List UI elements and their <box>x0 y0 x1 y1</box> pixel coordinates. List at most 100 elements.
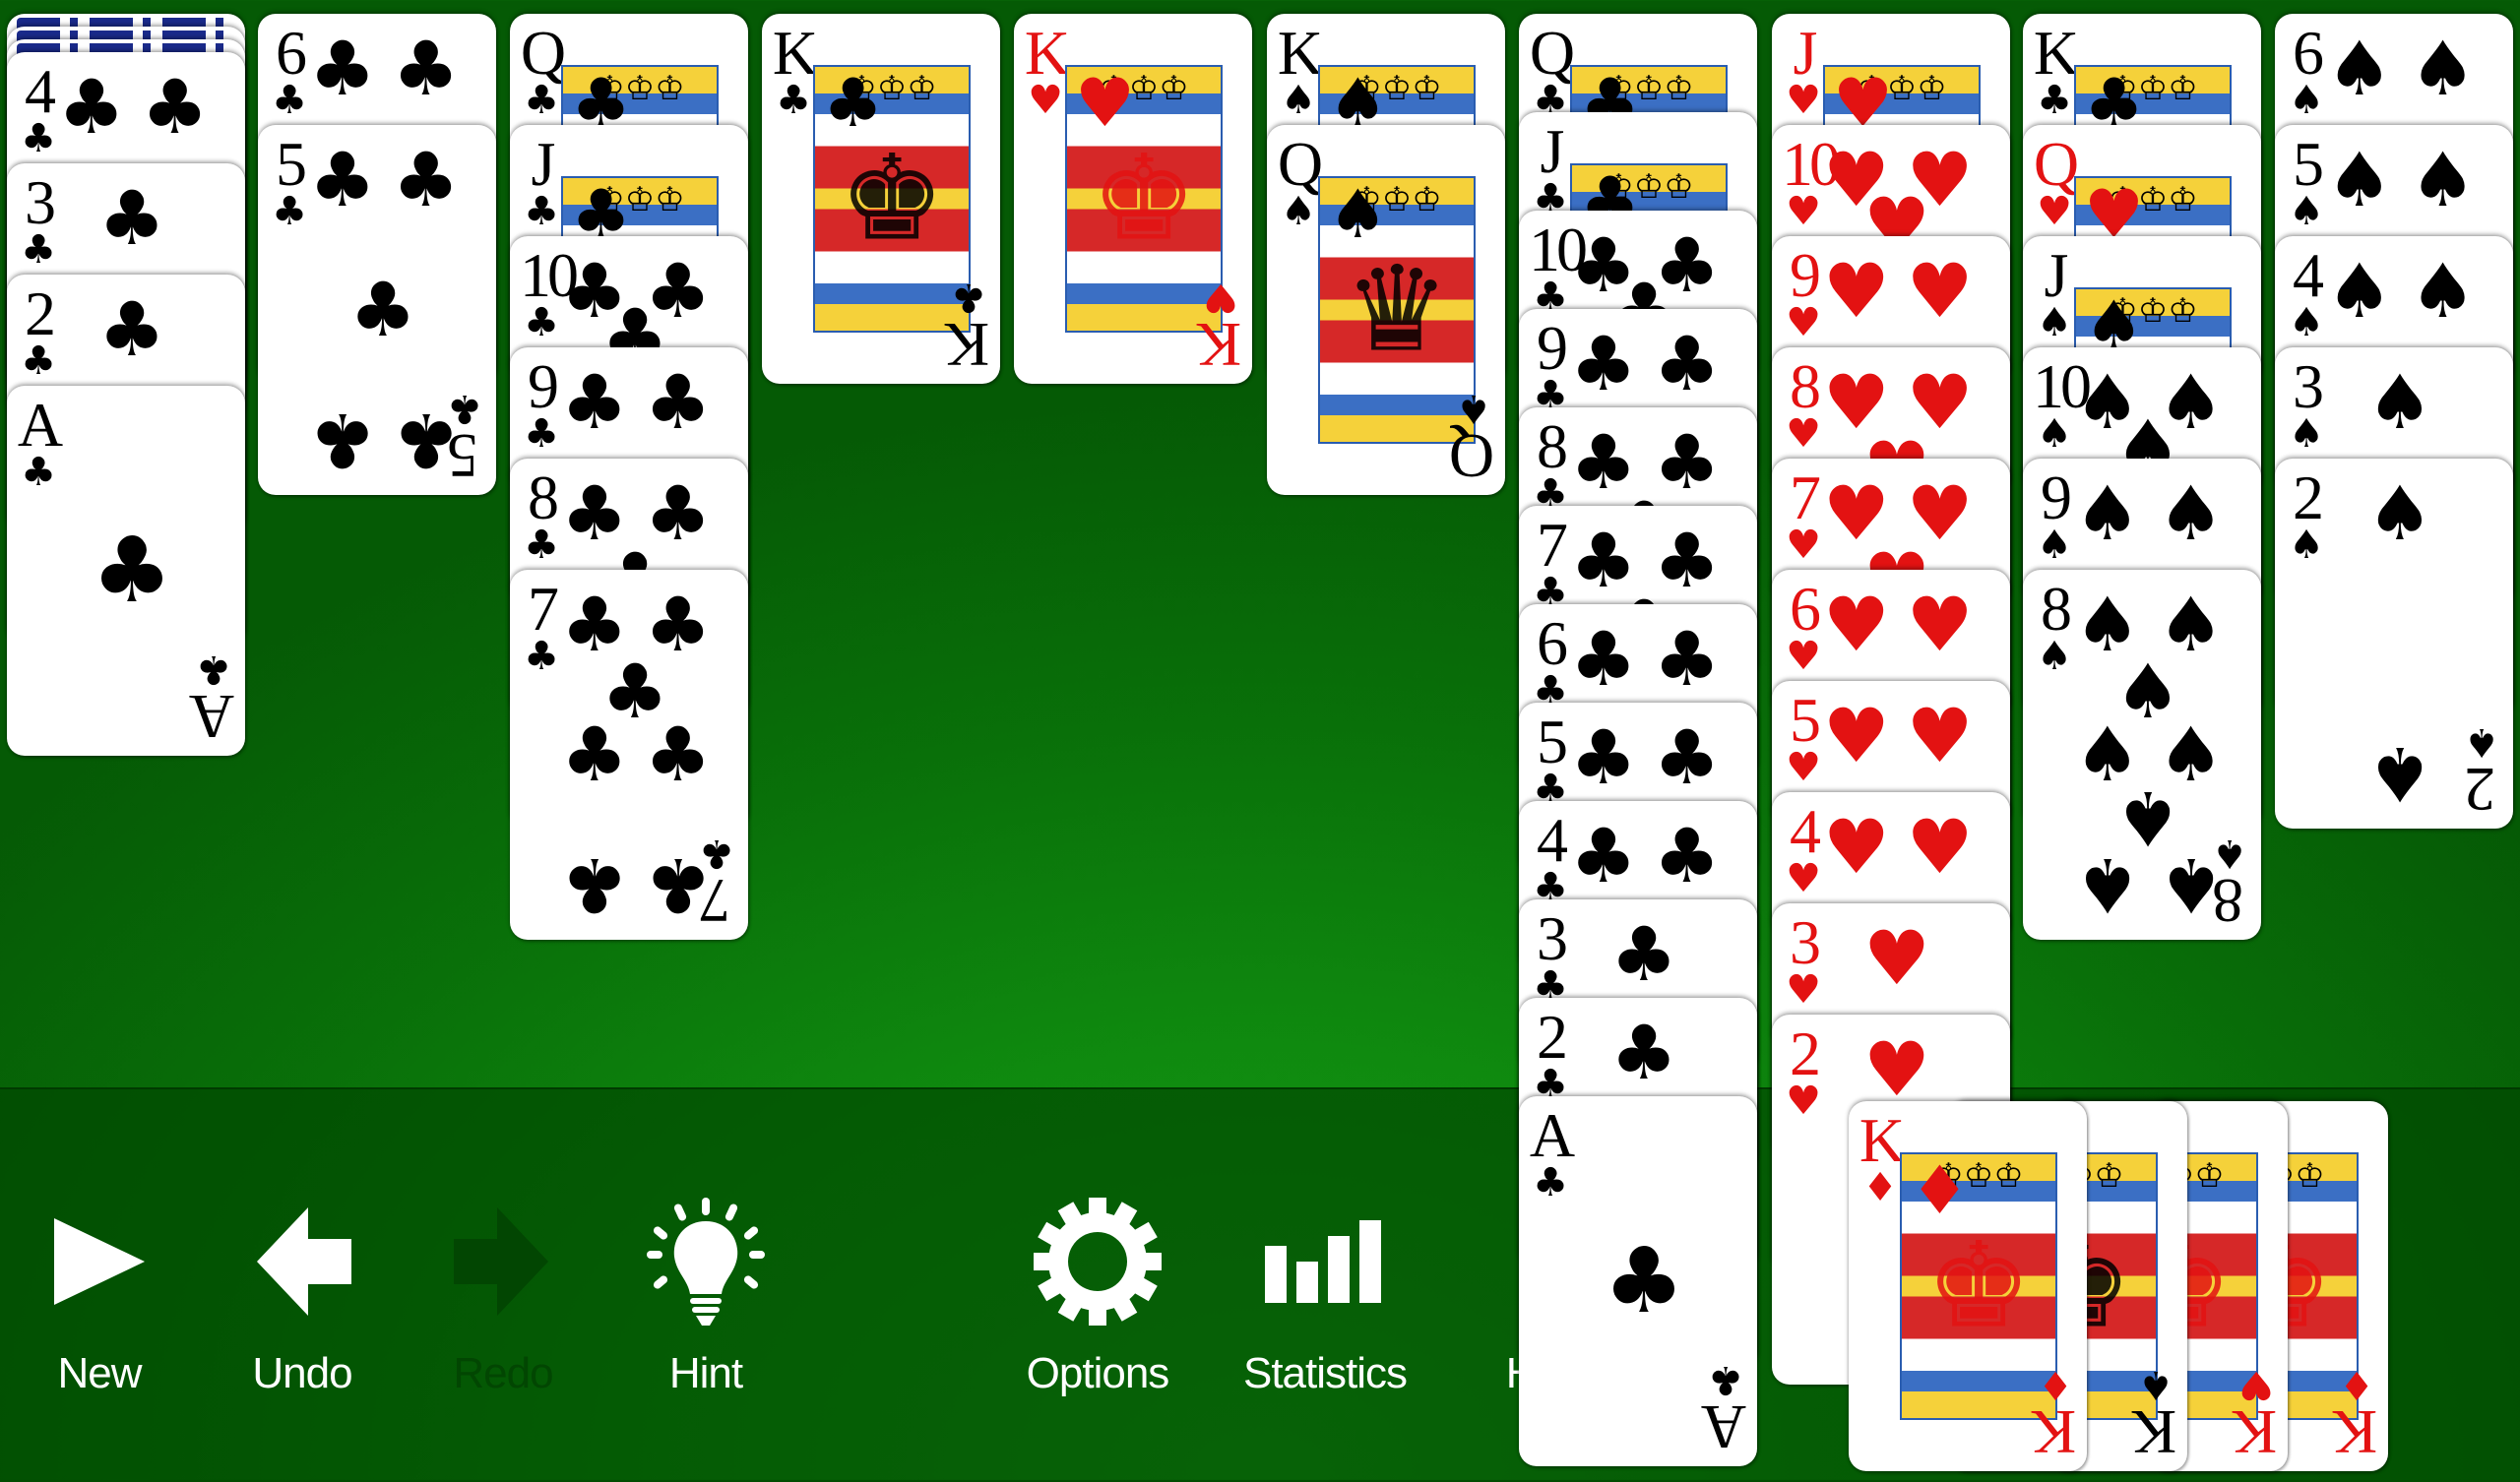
spades-icon: ♠ <box>1328 176 1388 254</box>
clubs-icon: ♣ <box>699 831 734 876</box>
card-corner-index-bottom: K♣ <box>947 275 990 380</box>
card-corner-index: K♥ <box>1024 18 1070 121</box>
completed-sequence-K-of-diamonds[interactable]: K♦♔♔♔♚♦K♦ <box>1849 1101 2087 1471</box>
card-corner-index: 8 ♥ <box>1782 351 1825 455</box>
card-corner-index: A ♣ <box>1529 1104 1575 1204</box>
card-A-of-clubs[interactable]: A ♣ ♣ A ♣ <box>7 386 245 756</box>
spades-pip-icon: ♠ <box>2365 729 2434 818</box>
card-rank: K <box>2235 1397 2278 1467</box>
statistics-button[interactable]: Statistics <box>1227 1198 1423 1434</box>
card-rank: 10 <box>1782 129 1841 199</box>
hearts-icon: ♥ <box>1786 189 1821 234</box>
card-rank: Q <box>2033 129 2079 199</box>
clubs-icon: ♣ <box>272 189 307 234</box>
undo-button[interactable]: Undo <box>204 1198 401 1434</box>
spades-pip-icon: ♠ <box>2365 469 2434 558</box>
hearts-icon: ♥ <box>1786 745 1821 790</box>
card-rank: 7 <box>1537 510 1568 580</box>
card-corner-index-bottom: A ♣ <box>192 647 235 752</box>
spades-icon: ♠ <box>2289 523 2324 568</box>
card-corner-index: 5 ♥ <box>1782 685 1825 790</box>
clubs-pip-icon: ♣ <box>308 136 376 224</box>
options-button[interactable]: Options <box>999 1198 1196 1434</box>
card-rank: 4 <box>25 56 56 126</box>
hearts-pip-icon: ♥ <box>1906 692 1974 780</box>
card-corner-index: J ♣ <box>1529 116 1572 219</box>
card-corner-index: 5 ♣ <box>268 129 311 234</box>
card-rank: 8 <box>2041 574 2072 644</box>
card-rank: 6 <box>2293 18 2324 88</box>
hearts-icon: ♥ <box>1786 967 1821 1013</box>
card-rank: K <box>1024 18 1070 88</box>
clubs-pip-icon: ♣ <box>1569 615 1637 704</box>
clubs-pip-icon: ♣ <box>644 358 712 447</box>
card-rank: Q <box>1277 129 1323 199</box>
statistics-label: Statistics <box>1242 1349 1408 1397</box>
card-rank: J <box>2044 240 2069 310</box>
spades-icon: ♠ <box>2289 411 2324 457</box>
clubs-icon: ♣ <box>776 78 811 123</box>
card-rank: 4 <box>1537 805 1568 875</box>
card-Q-of-spades[interactable]: Q ♠ ♔♔♔ ♛ ♠ Q ♠ <box>1267 125 1505 495</box>
new-game-button[interactable]: New <box>1 1198 198 1434</box>
card-rank: 10 <box>520 240 579 310</box>
card-corner-index: 3 ♣ <box>17 171 60 271</box>
card-A-of-clubs[interactable]: A ♣ ♣ A ♣ <box>1519 1096 1757 1466</box>
gear-icon <box>999 1198 1196 1326</box>
queen-figure-icon: ♛ <box>1344 241 1450 379</box>
hearts-pip-icon: ♥ <box>1906 581 1974 669</box>
clubs-icon: ♣ <box>524 634 559 679</box>
king-figure-icon: ♚ <box>1091 130 1197 268</box>
card-rank: 5 <box>276 129 307 199</box>
hint-button[interactable]: Hint <box>607 1198 804 1434</box>
card-K-of-clubs[interactable]: K♣♔♔♔♚♣K♣ <box>762 14 1000 384</box>
card-5-of-clubs[interactable]: 5♣♣♣♣♣♣5♣ <box>258 125 496 495</box>
card-rank: 2 <box>25 278 56 348</box>
card-corner-index: K♠ <box>1277 22 1323 123</box>
spades-icon: ♠ <box>1281 78 1316 123</box>
card-rank: 3 <box>1537 903 1568 973</box>
hearts-pip-icon: ♥ <box>1906 247 1974 336</box>
clubs-icon: ♣ <box>524 411 559 457</box>
arrow-right-icon <box>405 1198 601 1326</box>
card-corner-index-bottom: 8 ♠ <box>2208 831 2251 936</box>
hearts-icon: ♥ <box>1075 65 1135 143</box>
card-corner-index: 2 ♣ <box>1529 1002 1572 1105</box>
diamonds-icon: ♦ <box>2339 1362 2374 1407</box>
clubs-icon: ♣ <box>951 275 986 320</box>
card-2-of-spades[interactable]: 2 ♠ ♠ ♠ 2 ♠ <box>2275 459 2513 829</box>
hint-label: Hint <box>668 1349 743 1397</box>
card-corner-index: 3 ♣ <box>1529 903 1572 1007</box>
spades-pip-icon: ♠ <box>2409 136 2477 224</box>
card-8-of-spades[interactable]: 8 ♠ ♠ ♠ ♠ ♠ ♠ ♠ ♠ ♠ 8 ♠ <box>2023 570 2261 940</box>
card-rank: 9 <box>1790 240 1821 310</box>
card-rank: Q <box>1529 18 1575 88</box>
undo-label: Undo <box>252 1349 352 1397</box>
king-figure-icon: ♚ <box>1925 1217 2032 1355</box>
card-rank: 3 <box>2293 351 2324 421</box>
card-rank: 2 <box>2468 755 2495 825</box>
card-rank: 2 <box>1537 1002 1568 1072</box>
card-rank: 7 <box>703 866 730 936</box>
card-corner-index: 7 ♥ <box>1782 466 1825 566</box>
hearts-icon: ♥ <box>1786 856 1821 901</box>
hearts-icon: ♥ <box>2238 1362 2274 1407</box>
card-rank: K <box>2134 1397 2177 1467</box>
card-rank: J <box>1540 116 1565 186</box>
spades-icon: ♠ <box>1281 189 1316 234</box>
card-corner-index: 9 ♣ <box>1529 317 1572 416</box>
card-corner-index-bottom: 2 ♠ <box>2460 719 2503 825</box>
card-corner-index: Q ♣ <box>1529 18 1575 121</box>
card-corner-index: Q ♥ <box>2033 129 2079 232</box>
card-rank: 8 <box>1790 351 1821 421</box>
card-corner-index-bottom: Q ♠ <box>1452 386 1495 491</box>
card-7-of-clubs[interactable]: 7♣♣♣♣♣♣♣♣7♣ <box>510 570 748 940</box>
redo-button[interactable]: Redo <box>405 1198 601 1434</box>
clubs-icon: ♣ <box>21 116 56 161</box>
card-K-of-hearts[interactable]: K ♥ ♔♔♔ ♚ ♥ K ♥ <box>1014 14 1252 384</box>
card-rank: 5 <box>1790 685 1821 755</box>
card-corner-index: J ♠ <box>2033 240 2076 343</box>
clubs-pip-icon: ♣ <box>644 710 712 798</box>
card-rank: K <box>2033 18 2079 88</box>
card-rank: K <box>2034 1397 2077 1467</box>
